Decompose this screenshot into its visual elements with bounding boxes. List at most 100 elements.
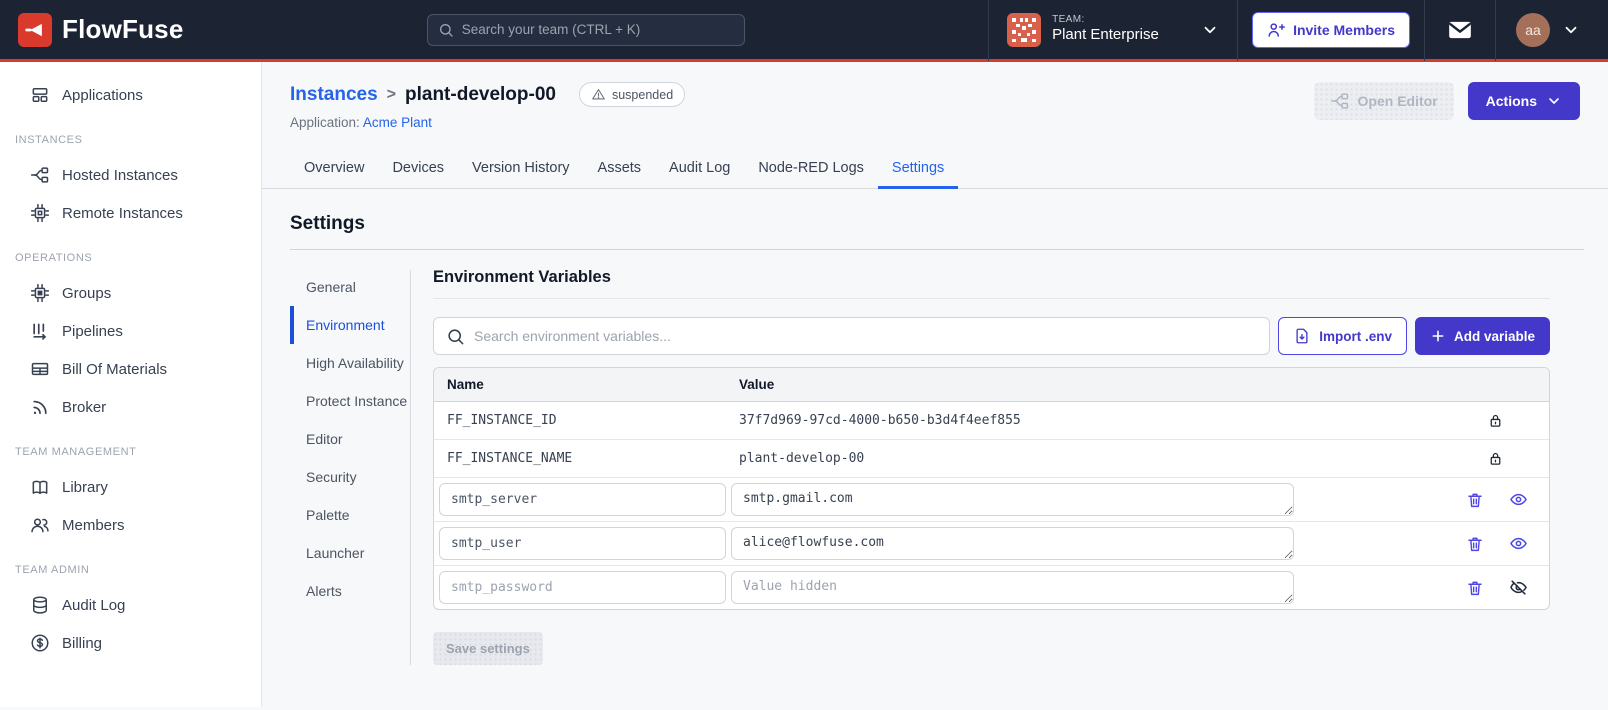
breadcrumb-instances-link[interactable]: Instances bbox=[290, 84, 378, 106]
chevron-down-icon bbox=[1546, 93, 1562, 109]
brand-name: FlowFuse bbox=[62, 14, 184, 44]
env-var-name: FF_INSTANCE_ID bbox=[447, 413, 557, 428]
import-file-icon bbox=[1293, 327, 1311, 345]
subnav-palette[interactable]: Palette bbox=[290, 496, 408, 534]
open-editor-icon bbox=[1330, 91, 1350, 111]
tab-overview[interactable]: Overview bbox=[290, 148, 378, 189]
tab-assets[interactable]: Assets bbox=[584, 148, 656, 189]
subnav-security[interactable]: Security bbox=[290, 458, 408, 496]
env-var-name-input[interactable] bbox=[439, 571, 726, 604]
breadcrumb: Instances > plant-develop-00 suspended bbox=[290, 82, 686, 107]
subnav-high-availability[interactable]: High Availability bbox=[290, 344, 408, 382]
book-icon bbox=[30, 477, 50, 497]
save-settings-button[interactable]: Save settings bbox=[433, 632, 543, 665]
environment-panel: Environment Variables Import .env A bbox=[411, 266, 1566, 665]
table-row: alice@flowfuse.com bbox=[434, 522, 1549, 566]
table-row: smtp.gmail.com bbox=[434, 478, 1549, 522]
chevron-down-icon bbox=[1562, 21, 1580, 39]
sidebar-item-hosted-instances[interactable]: Hosted Instances bbox=[0, 156, 261, 194]
env-var-name: FF_INSTANCE_NAME bbox=[447, 451, 573, 466]
delete-variable-button[interactable] bbox=[1466, 491, 1484, 509]
breadcrumb-separator: > bbox=[386, 85, 396, 103]
instance-tabs: Overview Devices Version History Assets … bbox=[262, 148, 1608, 189]
tab-devices[interactable]: Devices bbox=[378, 148, 458, 189]
subnav-launcher[interactable]: Launcher bbox=[290, 534, 408, 572]
status-badge: suspended bbox=[578, 82, 686, 107]
team-search-input[interactable] bbox=[461, 22, 734, 37]
lock-icon bbox=[1487, 412, 1536, 429]
team-avatar bbox=[1007, 12, 1042, 47]
application-link[interactable]: Acme Plant bbox=[363, 115, 432, 130]
warning-icon bbox=[591, 87, 606, 102]
page-title: plant-develop-00 bbox=[405, 83, 556, 105]
team-selector[interactable]: TEAM: Plant Enterprise bbox=[989, 12, 1237, 47]
sidebar-item-broker[interactable]: Broker bbox=[0, 388, 261, 426]
column-header-name: Name bbox=[447, 377, 484, 392]
table-row: FF_INSTANCE_NAME plant-develop-00 bbox=[434, 440, 1549, 478]
sidebar-section-operations: OPERATIONS bbox=[15, 252, 93, 264]
sidebar-item-audit-log[interactable]: Audit Log bbox=[0, 586, 261, 624]
sidebar-item-members[interactable]: Members bbox=[0, 506, 261, 544]
env-var-name-input[interactable] bbox=[439, 483, 726, 516]
open-editor-button[interactable]: Open Editor bbox=[1313, 82, 1454, 120]
subnav-environment[interactable]: Environment bbox=[290, 306, 408, 344]
delete-variable-button[interactable] bbox=[1466, 579, 1484, 597]
top-navbar: FlowFuse TEAM: Plant Enterprise Invite M… bbox=[0, 0, 1608, 62]
subnav-alerts[interactable]: Alerts bbox=[290, 572, 408, 610]
sidebar-section-team-admin: TEAM ADMIN bbox=[15, 564, 90, 576]
sidebar-item-billing[interactable]: Billing bbox=[0, 624, 261, 662]
sidebar-item-library[interactable]: Library bbox=[0, 468, 261, 506]
add-variable-button[interactable]: Add variable bbox=[1414, 317, 1550, 355]
environment-variables-heading: Environment Variables bbox=[433, 268, 1550, 299]
invite-members-button[interactable]: Invite Members bbox=[1252, 11, 1410, 48]
subnav-general[interactable]: General bbox=[290, 268, 408, 306]
env-search[interactable] bbox=[433, 317, 1271, 355]
envelope-icon bbox=[1447, 17, 1473, 43]
users-icon bbox=[30, 515, 50, 535]
sidebar-item-groups[interactable]: Groups bbox=[0, 274, 261, 312]
actions-button[interactable]: Actions bbox=[1467, 82, 1580, 120]
sidebar-section-instances: INSTANCES bbox=[15, 134, 83, 146]
plus-icon bbox=[1430, 328, 1446, 344]
team-search[interactable] bbox=[426, 13, 745, 46]
sidebar-section-team-management: TEAM MANAGEMENT bbox=[15, 446, 137, 458]
team-name: Plant Enterprise bbox=[1052, 26, 1159, 44]
search-icon bbox=[438, 22, 454, 38]
tab-node-red-logs[interactable]: Node-RED Logs bbox=[744, 148, 878, 189]
sidebar-item-pipelines[interactable]: Pipelines bbox=[0, 312, 261, 350]
env-variables-table: Name Value FF_INSTANCE_ID 37f7d969-97cd-… bbox=[433, 367, 1550, 610]
lock-icon bbox=[1487, 450, 1536, 467]
sidebar-item-remote-instances[interactable]: Remote Instances bbox=[0, 194, 261, 232]
broker-icon bbox=[30, 397, 50, 417]
env-search-input[interactable] bbox=[474, 328, 1258, 344]
chip-icon bbox=[30, 203, 50, 223]
eye-icon[interactable] bbox=[1509, 490, 1528, 509]
hosted-instances-icon bbox=[30, 165, 50, 185]
table-row: FF_INSTANCE_ID 37f7d969-97cd-4000-b650-b… bbox=[434, 402, 1549, 440]
eye-off-icon[interactable] bbox=[1509, 578, 1528, 597]
env-var-name-input[interactable] bbox=[439, 527, 726, 560]
delete-variable-button[interactable] bbox=[1466, 535, 1484, 553]
user-plus-icon bbox=[1267, 21, 1285, 39]
tab-audit-log[interactable]: Audit Log bbox=[655, 148, 744, 189]
env-var-value-input[interactable]: smtp.gmail.com bbox=[731, 483, 1294, 516]
subnav-editor[interactable]: Editor bbox=[290, 420, 408, 458]
groups-icon bbox=[30, 283, 50, 303]
notifications-button[interactable] bbox=[1425, 17, 1495, 43]
dollar-icon bbox=[30, 633, 50, 653]
subnav-protect-instance[interactable]: Protect Instance bbox=[290, 382, 408, 420]
import-env-button[interactable]: Import .env bbox=[1278, 317, 1407, 355]
tab-settings[interactable]: Settings bbox=[877, 148, 959, 189]
settings-heading: Settings bbox=[290, 213, 365, 234]
tab-version-history[interactable]: Version History bbox=[458, 148, 584, 189]
main-content: Instances > plant-develop-00 suspended A… bbox=[262, 62, 1608, 707]
brand[interactable]: FlowFuse bbox=[18, 12, 184, 47]
sidebar-item-applications[interactable]: Applications bbox=[0, 76, 261, 114]
env-var-value: 37f7d969-97cd-4000-b650-b3d4f4eef855 bbox=[739, 413, 1021, 428]
user-menu[interactable]: aa bbox=[1496, 12, 1592, 47]
eye-icon[interactable] bbox=[1509, 534, 1528, 553]
env-var-value-input[interactable] bbox=[731, 571, 1294, 604]
database-icon bbox=[30, 595, 50, 615]
sidebar-item-bill-of-materials[interactable]: Bill Of Materials bbox=[0, 350, 261, 388]
env-var-value-input[interactable]: alice@flowfuse.com bbox=[731, 527, 1294, 560]
